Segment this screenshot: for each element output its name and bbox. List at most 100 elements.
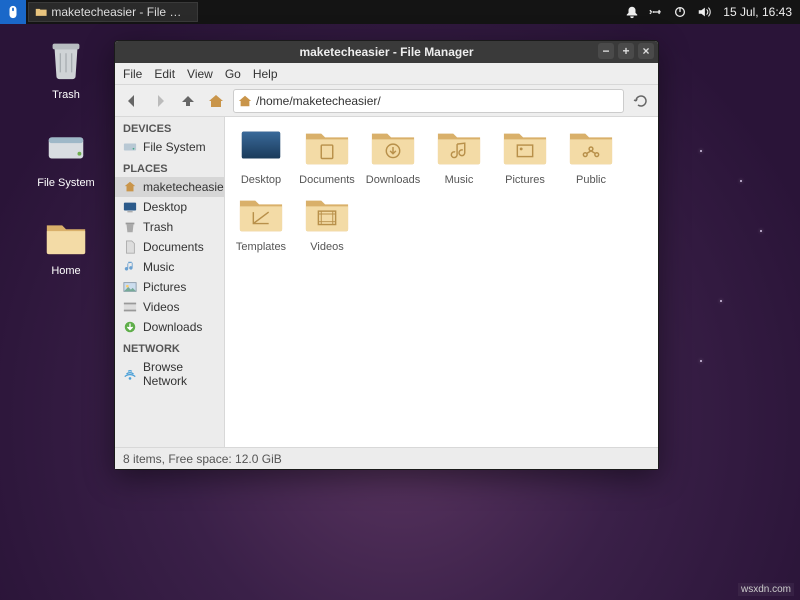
top-panel: maketecheasier - File Mana... 15 Jul, 16… [0,0,800,24]
menu-file[interactable]: File [123,67,142,81]
window-title: maketecheasier - File Manager [299,45,473,59]
folder-icon [370,127,416,167]
folder-videos[interactable]: Videos [297,194,357,253]
taskbar-item-file-manager[interactable]: maketecheasier - File Mana... [28,2,198,22]
desktop-icon-label: Trash [26,89,106,101]
status-text: 8 items, Free space: 12.0 GiB [123,452,282,466]
close-button[interactable]: × [638,43,654,59]
sidebar-item-music[interactable]: Music [115,257,224,277]
picture-icon [123,280,137,294]
sidebar-item-pictures[interactable]: Pictures [115,277,224,297]
folder-music[interactable]: Music [429,127,489,186]
sidebar-item-desktop[interactable]: Desktop [115,197,224,217]
menu-view[interactable]: View [187,67,213,81]
folder-label: Documents [297,174,357,186]
folder-templates[interactable]: Templates [231,194,291,253]
folder-downloads[interactable]: Downloads [363,127,423,186]
folder-icon [43,212,89,258]
folder-label: Videos [297,241,357,253]
drive-icon [43,124,89,170]
desktop-icon [123,200,137,214]
back-button[interactable] [121,90,143,112]
clock[interactable]: 15 Jul, 16:43 [719,5,800,19]
network-icon[interactable] [649,5,663,19]
drive-icon [123,140,137,154]
sidebar-item-label: maketecheasier [143,180,225,194]
download-icon [123,320,137,334]
desktop-icon-filesystem[interactable]: File System [26,124,106,189]
mouse-icon [6,5,20,19]
arrow-right-icon [152,93,168,109]
trash-icon [123,220,137,234]
sidebar-item-label: Browse Network [143,360,216,388]
folder-label: Music [429,174,489,186]
folder-icon [568,127,614,167]
sidebar-item-videos[interactable]: Videos [115,297,224,317]
sidebar-item-downloads[interactable]: Downloads [115,317,224,337]
up-button[interactable] [177,90,199,112]
menu-go[interactable]: Go [225,67,241,81]
sidebar-item-documents[interactable]: Documents [115,237,224,257]
menubar: File Edit View Go Help [115,63,658,85]
watermark: wsxdn.com [738,583,794,596]
forward-button[interactable] [149,90,171,112]
notifications-icon[interactable] [625,5,639,19]
system-tray [617,5,719,19]
folder-label: Public [561,174,621,186]
arrow-left-icon [124,93,140,109]
sidebar-item-trash[interactable]: Trash [115,217,224,237]
sidebar: DEVICES File System PLACES maketecheasie… [115,117,225,447]
maximize-button[interactable]: + [618,43,634,59]
folder-icon [304,127,350,167]
sidebar-item-label: Downloads [143,320,202,334]
file-manager-window: maketecheasier - File Manager − + × File… [114,40,659,470]
toolbar [115,85,658,117]
volume-icon[interactable] [697,5,711,19]
reload-icon [633,93,649,109]
power-icon[interactable] [673,5,687,19]
taskbar-item-label: maketecheasier - File Mana... [51,5,191,19]
desktop-icon-trash[interactable]: Trash [26,36,106,101]
sidebar-header-devices: DEVICES [115,117,224,137]
desktop-icon [238,127,284,167]
home-icon [208,93,224,109]
sidebar-item-home[interactable]: maketecheasier [115,177,224,197]
sidebar-item-label: Documents [143,240,204,254]
sidebar-item-label: File System [143,140,206,154]
music-icon [123,260,137,274]
sidebar-header-network: NETWORK [115,337,224,357]
folder-pictures[interactable]: Pictures [495,127,555,186]
sidebar-header-places: PLACES [115,157,224,177]
home-icon [123,180,137,194]
titlebar[interactable]: maketecheasier - File Manager − + × [115,41,658,63]
menu-help[interactable]: Help [253,67,278,81]
network-icon [123,367,137,381]
desktop-icon-label: File System [26,177,106,189]
app-launcher[interactable] [0,0,26,24]
path-bar [233,89,624,113]
folder-label: Desktop [231,174,291,186]
folder-desktop[interactable]: Desktop [231,127,291,186]
sidebar-item-label: Music [143,260,174,274]
folder-icon [238,194,284,234]
folder-documents[interactable]: Documents [297,127,357,186]
sidebar-item-label: Desktop [143,200,187,214]
sidebar-item-browse-network[interactable]: Browse Network [115,357,224,391]
home-button[interactable] [205,90,227,112]
sidebar-item-label: Pictures [143,280,186,294]
desktop-icon-home[interactable]: Home [26,212,106,277]
menu-edit[interactable]: Edit [154,67,175,81]
reload-button[interactable] [630,90,652,112]
trash-icon [43,36,89,82]
video-icon [123,300,137,314]
sidebar-item-label: Videos [143,300,179,314]
path-input[interactable] [256,94,619,108]
folder-icon [304,194,350,234]
folder-label: Templates [231,241,291,253]
sidebar-item-file-system[interactable]: File System [115,137,224,157]
folder-public[interactable]: Public [561,127,621,186]
home-icon [238,94,252,108]
minimize-button[interactable]: − [598,43,614,59]
statusbar: 8 items, Free space: 12.0 GiB [115,447,658,469]
content-area[interactable]: Desktop Documents Downloads Music Pictur… [225,117,658,447]
